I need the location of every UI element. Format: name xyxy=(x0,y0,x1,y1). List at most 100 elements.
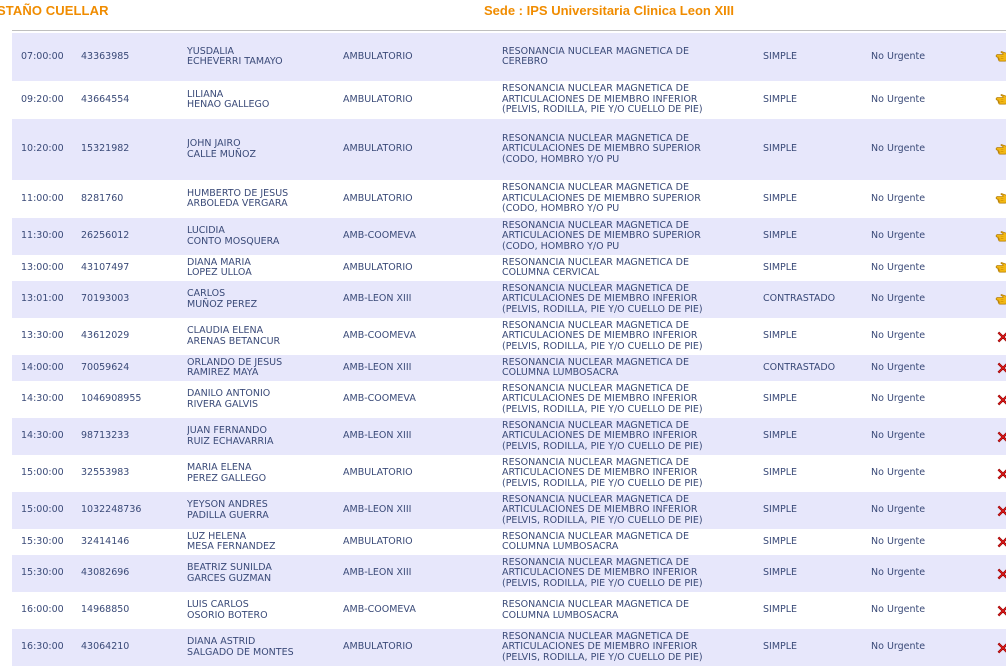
cancel-x-icon[interactable] xyxy=(996,467,1006,481)
procedure-description: RESONANCIA NUCLEAR MAGNETICA DE ARTICULAC… xyxy=(502,281,763,318)
cancel-x-icon[interactable] xyxy=(996,504,1006,518)
row-action[interactable] xyxy=(971,592,1006,629)
patient-id: 15321982 xyxy=(81,119,187,180)
appointment-time: 11:00:00 xyxy=(12,180,81,218)
appointment-time: 15:30:00 xyxy=(12,529,81,555)
row-action[interactable] xyxy=(971,33,1006,81)
procedure-description: RESONANCIA NUCLEAR MAGNETICA DE COLUMNA L… xyxy=(502,529,763,555)
patient-first-name: YEYSON ANDRES xyxy=(187,499,268,511)
patient-last-name: CALLE MUÑOZ xyxy=(187,148,256,160)
hand-pointer-icon[interactable] xyxy=(995,231,1006,242)
patient-id: 26256012 xyxy=(81,218,187,255)
row-action[interactable] xyxy=(971,455,1006,492)
procedure-line: (PELVIS, RODILLA, PIE Y/O CUELLO DE PIE) xyxy=(502,104,703,116)
cancel-x-icon[interactable] xyxy=(996,567,1006,581)
table-row[interactable]: 07:00:00 43363985 YUSDALIA ECHEVERRI TAM… xyxy=(12,33,1006,81)
patient-id: 43612029 xyxy=(81,318,187,355)
row-action[interactable] xyxy=(971,418,1006,455)
row-action[interactable] xyxy=(971,492,1006,529)
priority: No Urgente xyxy=(871,318,971,355)
row-action[interactable] xyxy=(971,81,1006,119)
table-row[interactable]: 15:00:00 1032248736 YEYSON ANDRES PADILL… xyxy=(12,492,1006,529)
contrast-type: SIMPLE xyxy=(763,592,871,629)
table-row[interactable]: 14:30:00 1046908955 DANILO ANTONIO RIVER… xyxy=(12,381,1006,418)
service-type: AMB-COOMEVA xyxy=(343,381,502,418)
doctor-name: STAÑO CUELLAR xyxy=(0,3,109,18)
patient-first-name: MARIA ELENA xyxy=(187,462,252,474)
table-row[interactable]: 13:30:00 43612029 CLAUDIA ELENA ARENAS B… xyxy=(12,318,1006,355)
table-row[interactable]: 14:00:00 70059624 ORLANDO DE JESUS RAMIR… xyxy=(12,355,1006,381)
contrast-type: SIMPLE xyxy=(763,555,871,592)
contrast-type: SIMPLE xyxy=(763,33,871,81)
hand-pointer-icon[interactable] xyxy=(995,144,1006,155)
appointment-time: 16:00:00 xyxy=(12,592,81,629)
patient-name: YUSDALIA ECHEVERRI TAMAYO xyxy=(187,33,343,81)
table-row[interactable]: 16:30:00 43064210 DIANA ASTRID SALGADO D… xyxy=(12,629,1006,666)
procedure-line: (CODO, HOMBRO Y/O PU xyxy=(502,240,620,252)
priority: No Urgente xyxy=(871,255,971,281)
patient-first-name: DANILO ANTONIO xyxy=(187,388,271,400)
cancel-x-icon[interactable] xyxy=(996,330,1006,344)
table-row[interactable]: 13:00:00 43107497 DIANA MARIA LOPEZ ULLO… xyxy=(12,255,1006,281)
hand-pointer-icon[interactable] xyxy=(995,294,1006,305)
procedure-description: RESONANCIA NUCLEAR MAGNETICA DE CEREBRO xyxy=(502,33,763,81)
table-row[interactable]: 16:00:00 14968850 LUIS CARLOS OSORIO BOT… xyxy=(12,592,1006,629)
appointment-time: 14:30:00 xyxy=(12,418,81,455)
row-action[interactable] xyxy=(971,180,1006,218)
table-row[interactable]: 11:30:00 26256012 LUCIDIA CONTO MOSQUERA… xyxy=(12,218,1006,255)
patient-first-name: CLAUDIA ELENA xyxy=(187,325,264,337)
service-type: AMB-COOMEVA xyxy=(343,318,502,355)
hand-pointer-icon[interactable] xyxy=(995,193,1006,204)
cancel-x-icon[interactable] xyxy=(996,393,1006,407)
procedure-description: RESONANCIA NUCLEAR MAGNETICA DE COLUMNA L… xyxy=(502,592,763,629)
hand-pointer-icon[interactable] xyxy=(995,51,1006,62)
procedure-description: RESONANCIA NUCLEAR MAGNETICA DE ARTICULAC… xyxy=(502,318,763,355)
priority: No Urgente xyxy=(871,33,971,81)
table-row[interactable]: 15:30:00 32414146 LUZ HELENA MESA FERNAN… xyxy=(12,529,1006,555)
hand-pointer-icon[interactable] xyxy=(995,262,1006,273)
contrast-type: SIMPLE xyxy=(763,492,871,529)
row-action[interactable] xyxy=(971,529,1006,555)
contrast-type: SIMPLE xyxy=(763,418,871,455)
cancel-x-icon[interactable] xyxy=(996,604,1006,618)
service-type: AMB-LEON XIII xyxy=(343,418,502,455)
row-action[interactable] xyxy=(971,281,1006,318)
hand-pointer-icon[interactable] xyxy=(995,94,1006,105)
procedure-description: RESONANCIA NUCLEAR MAGNETICA DE ARTICULAC… xyxy=(502,381,763,418)
patient-name: LUZ HELENA MESA FERNANDEZ xyxy=(187,529,343,555)
row-action[interactable] xyxy=(971,629,1006,666)
cancel-x-icon[interactable] xyxy=(996,641,1006,655)
procedure-line: CEREBRO xyxy=(502,56,548,67)
row-action[interactable] xyxy=(971,318,1006,355)
patient-name: MARIA ELENA PEREZ GALLEGO xyxy=(187,455,343,492)
table-row[interactable]: 10:20:00 15321982 JOHN JAIRO CALLE MUÑOZ… xyxy=(12,119,1006,180)
priority: No Urgente xyxy=(871,418,971,455)
table-row[interactable]: 15:00:00 32553983 MARIA ELENA PEREZ GALL… xyxy=(12,455,1006,492)
table-row[interactable]: 15:30:00 43082696 BEATRIZ SUNILDA GARCES… xyxy=(12,555,1006,592)
appointment-time: 07:00:00 xyxy=(12,33,81,81)
priority: No Urgente xyxy=(871,381,971,418)
row-action[interactable] xyxy=(971,218,1006,255)
appointment-time: 15:30:00 xyxy=(12,555,81,592)
cancel-x-icon[interactable] xyxy=(996,535,1006,549)
table-row[interactable]: 14:30:00 98713233 JUAN FERNANDO RUIZ ECH… xyxy=(12,418,1006,455)
patient-name: JOHN JAIRO CALLE MUÑOZ xyxy=(187,119,343,180)
row-action[interactable] xyxy=(971,119,1006,180)
row-action[interactable] xyxy=(971,555,1006,592)
row-action[interactable] xyxy=(971,255,1006,281)
patient-id: 70193003 xyxy=(81,281,187,318)
patient-id: 70059624 xyxy=(81,355,187,381)
procedure-description: RESONANCIA NUCLEAR MAGNETICA DE ARTICULAC… xyxy=(502,180,763,218)
cancel-x-icon[interactable] xyxy=(996,430,1006,444)
row-action[interactable] xyxy=(971,355,1006,381)
row-action[interactable] xyxy=(971,381,1006,418)
patient-name: YEYSON ANDRES PADILLA GUERRA xyxy=(187,492,343,529)
cancel-x-icon[interactable] xyxy=(996,361,1006,375)
patient-last-name: SALGADO DE MONTES xyxy=(187,646,294,658)
table-row[interactable]: 09:20:00 43664554 LILIANA HENAO GALLEGO … xyxy=(12,81,1006,119)
appointment-time: 15:00:00 xyxy=(12,455,81,492)
table-row[interactable]: 11:00:00 8281760 HUMBERTO DE JESUS ARBOL… xyxy=(12,180,1006,218)
procedure-description: RESONANCIA NUCLEAR MAGNETICA DE COLUMNA C… xyxy=(502,255,763,281)
table-row[interactable]: 13:01:00 70193003 CARLOS MUÑOZ PEREZ AMB… xyxy=(12,281,1006,318)
procedure-description: RESONANCIA NUCLEAR MAGNETICA DE ARTICULAC… xyxy=(502,218,763,255)
